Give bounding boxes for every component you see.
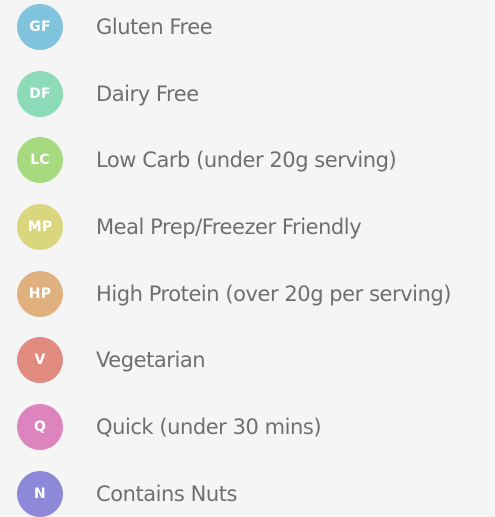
legend-item-gluten-free: GF Gluten Free <box>0 4 495 50</box>
quick-label: Quick (under 30 mins) <box>96 415 322 439</box>
gluten-free-badge: GF <box>17 4 63 50</box>
legend-item-quick: Q Quick (under 30 mins) <box>0 404 495 450</box>
gluten-free-label: Gluten Free <box>96 15 213 39</box>
legend-item-contains-nuts: N Contains Nuts <box>0 471 495 517</box>
quick-badge: Q <box>17 404 63 450</box>
dairy-free-label: Dairy Free <box>96 82 199 106</box>
contains-nuts-badge: N <box>17 471 63 517</box>
low-carb-badge: LC <box>17 137 63 183</box>
legend-item-high-protein: HP High Protein (over 20g per serving) <box>0 271 495 317</box>
low-carb-label: Low Carb (under 20g serving) <box>96 148 397 172</box>
dietary-legend-list: GF Gluten Free DF Dairy Free LC Low Carb… <box>0 0 495 517</box>
high-protein-badge: HP <box>17 271 63 317</box>
vegetarian-badge: V <box>17 337 63 383</box>
dairy-free-badge: DF <box>17 71 63 117</box>
legend-item-meal-prep: MP Meal Prep/Freezer Friendly <box>0 204 495 250</box>
legend-item-low-carb: LC Low Carb (under 20g serving) <box>0 137 495 183</box>
vegetarian-label: Vegetarian <box>96 348 206 372</box>
meal-prep-label: Meal Prep/Freezer Friendly <box>96 215 362 239</box>
meal-prep-badge: MP <box>17 204 63 250</box>
high-protein-label: High Protein (over 20g per serving) <box>96 282 452 306</box>
legend-item-dairy-free: DF Dairy Free <box>0 71 495 117</box>
legend-item-vegetarian: V Vegetarian <box>0 337 495 383</box>
contains-nuts-label: Contains Nuts <box>96 482 238 506</box>
